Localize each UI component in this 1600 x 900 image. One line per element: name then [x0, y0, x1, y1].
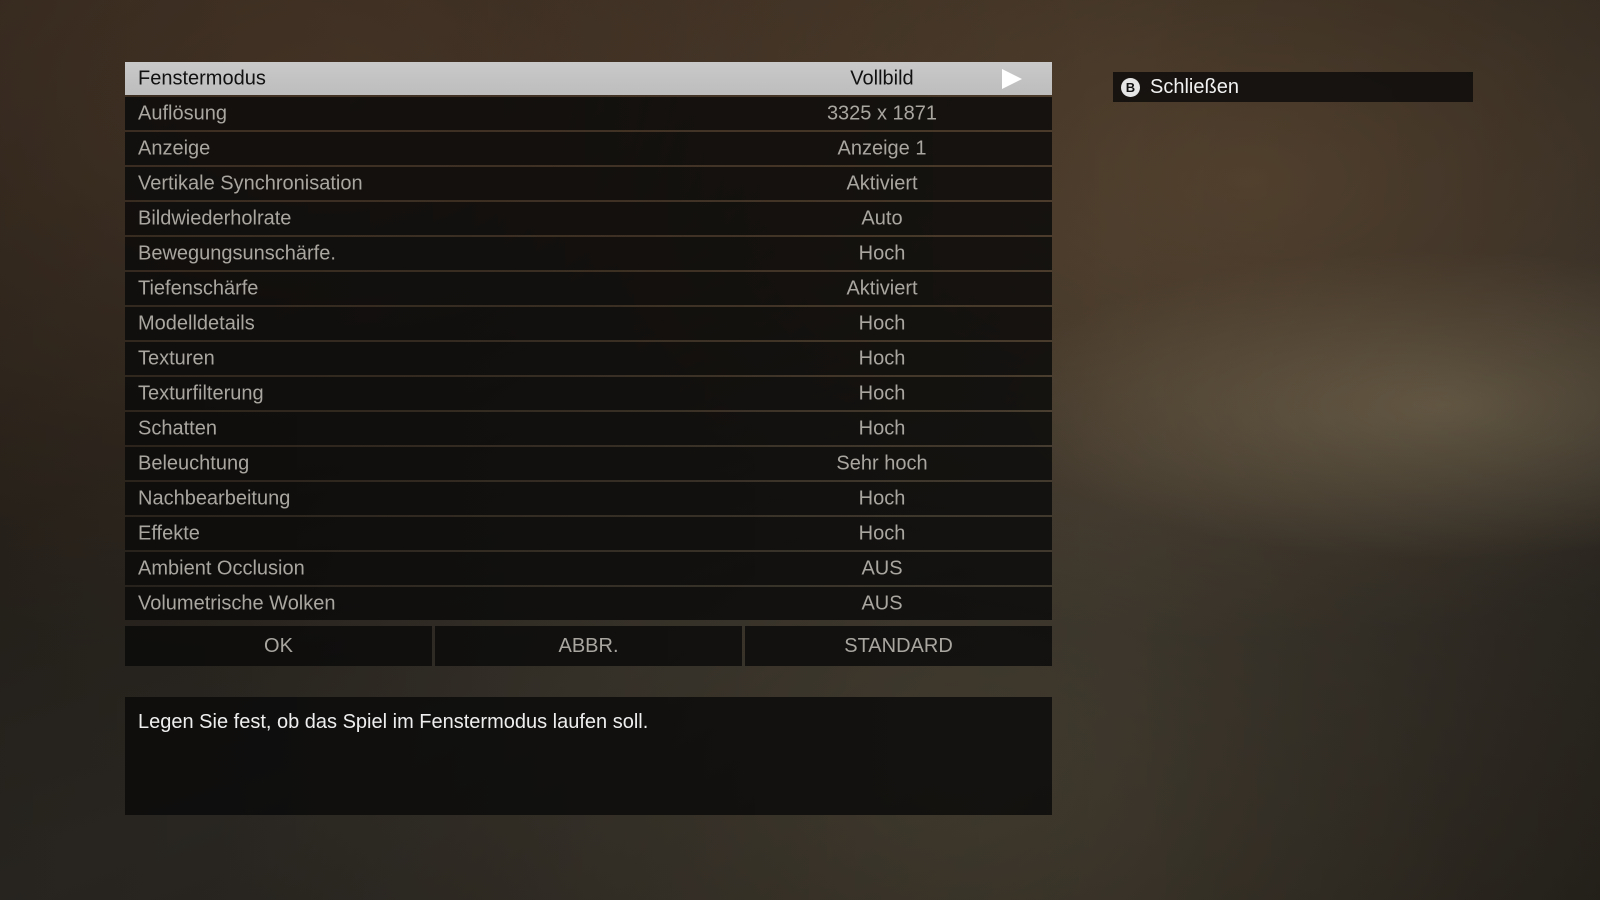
setting-label: Ambient Occlusion: [138, 557, 305, 579]
action-button-bar: OK ABBR. STANDARD: [125, 626, 1052, 666]
setting-value: Auto: [861, 207, 903, 229]
setting-value: Vollbild: [850, 67, 914, 89]
setting-label: Bildwiederholrate: [138, 207, 292, 229]
setting-value: AUS: [861, 557, 903, 579]
setting-description-panel: Legen Sie fest, ob das Spiel im Fensterm…: [125, 697, 1052, 815]
close-label: Schließen: [1150, 75, 1239, 98]
setting-row-vsync[interactable]: Vertikale Synchronisation Aktiviert: [125, 167, 1052, 200]
setting-label: Volumetrische Wolken: [138, 592, 336, 614]
ok-button[interactable]: OK: [125, 626, 432, 666]
setting-label: Tiefenschärfe: [138, 277, 259, 299]
setting-row-post-processing[interactable]: Nachbearbeitung Hoch: [125, 482, 1052, 515]
setting-row-shadows[interactable]: Schatten Hoch: [125, 412, 1052, 445]
setting-value: Hoch: [858, 242, 906, 264]
setting-row-resolution[interactable]: Auflösung 3325 x 1871: [125, 97, 1052, 130]
setting-label: Texturfilterung: [138, 382, 264, 404]
setting-row-motion-blur[interactable]: Bewegungsunschärfe. Hoch: [125, 237, 1052, 270]
setting-value: Hoch: [858, 347, 906, 369]
b-button-icon: B: [1121, 77, 1140, 97]
setting-row-lighting[interactable]: Beleuchtung Sehr hoch: [125, 447, 1052, 480]
setting-value: Sehr hoch: [836, 452, 928, 474]
setting-label: Fenstermodus: [138, 67, 266, 89]
setting-label: Nachbearbeitung: [138, 487, 291, 509]
setting-value: AUS: [861, 592, 903, 614]
setting-row-effects[interactable]: Effekte Hoch: [125, 517, 1052, 550]
reset-default-button[interactable]: STANDARD: [745, 626, 1052, 666]
setting-value: 3325 x 1871: [826, 102, 938, 124]
setting-row-depth-of-field[interactable]: Tiefenschärfe Aktiviert: [125, 272, 1052, 305]
graphics-settings-list: Fenstermodus Vollbild Auflösung 3325 x 1…: [125, 62, 1052, 622]
setting-value: Hoch: [858, 312, 906, 334]
setting-value: Anzeige 1: [837, 137, 927, 159]
setting-row-window-mode[interactable]: Fenstermodus Vollbild: [125, 62, 1052, 95]
setting-row-ambient-occlusion[interactable]: Ambient Occlusion AUS: [125, 552, 1052, 585]
setting-label: Effekte: [138, 522, 200, 544]
setting-row-model-detail[interactable]: Modelldetails Hoch: [125, 307, 1052, 340]
setting-value: Hoch: [858, 417, 906, 439]
right-arrow-icon[interactable]: [1002, 68, 1022, 89]
setting-row-textures[interactable]: Texturen Hoch: [125, 342, 1052, 375]
setting-value: Aktiviert: [846, 277, 918, 299]
setting-label: Vertikale Synchronisation: [138, 172, 363, 194]
setting-row-texture-filtering[interactable]: Texturfilterung Hoch: [125, 377, 1052, 410]
setting-label: Bewegungsunschärfe.: [138, 242, 336, 264]
setting-label: Beleuchtung: [138, 452, 250, 474]
setting-description: Legen Sie fest, ob das Spiel im Fensterm…: [138, 711, 649, 733]
setting-label: Modelldetails: [138, 312, 255, 334]
cancel-button[interactable]: ABBR.: [435, 626, 742, 666]
setting-row-refresh-rate[interactable]: Bildwiederholrate Auto: [125, 202, 1052, 235]
close-button[interactable]: B Schließen: [1113, 72, 1473, 102]
setting-label: Texturen: [138, 347, 215, 369]
setting-value: Hoch: [858, 522, 906, 544]
setting-value: Hoch: [858, 487, 906, 509]
setting-row-volumetric-clouds[interactable]: Volumetrische Wolken AUS: [125, 587, 1052, 620]
setting-value: Hoch: [858, 382, 906, 404]
setting-row-display[interactable]: Anzeige Anzeige 1: [125, 132, 1052, 165]
setting-label: Auflösung: [138, 102, 227, 124]
setting-label: Anzeige: [138, 137, 211, 159]
setting-value: Aktiviert: [846, 172, 918, 194]
setting-label: Schatten: [138, 417, 217, 439]
